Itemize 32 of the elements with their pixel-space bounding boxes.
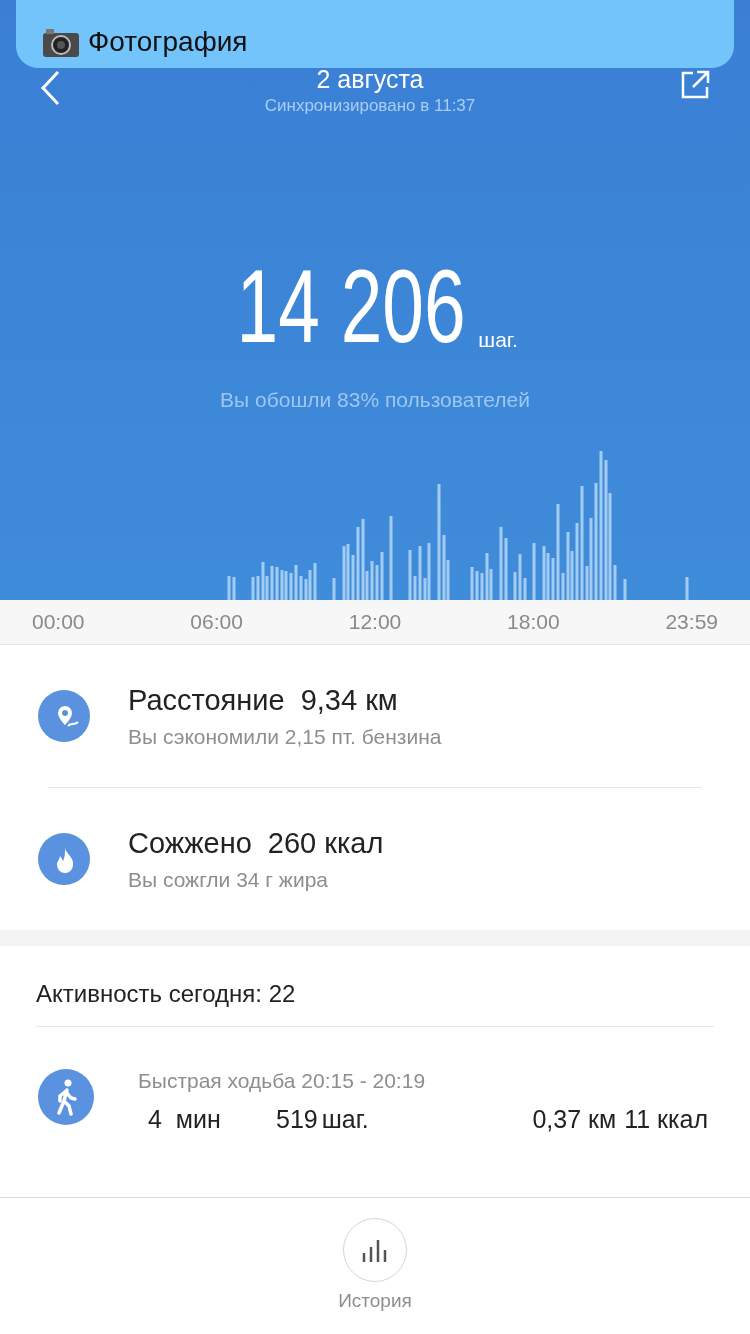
activity-duration: 4 мин bbox=[148, 1105, 222, 1134]
bar-chart-icon bbox=[361, 1238, 389, 1262]
step-count: 14 206 bbox=[236, 254, 466, 358]
walking-person-icon bbox=[38, 1069, 94, 1125]
activity-steps-unit: шаг. bbox=[321, 1105, 370, 1134]
step-unit: шаг. bbox=[478, 328, 518, 352]
camera-icon bbox=[42, 28, 80, 58]
time-label: 06:00 bbox=[190, 610, 243, 634]
stat-title: Расстояние bbox=[128, 683, 285, 717]
activity-distance: 0,37 км bbox=[532, 1105, 617, 1134]
stat-note: Вы сожгли 34 г жира bbox=[128, 867, 329, 892]
stat-note: Вы сэкономили 2,15 пт. бензина bbox=[128, 724, 442, 749]
activity-heading: Активность сегодня: 22 bbox=[35, 979, 297, 1009]
time-label: 12:00 bbox=[348, 610, 402, 634]
stat-value: 9,34 км bbox=[300, 683, 398, 717]
steps-comparison: Вы обошли 83% пользователей bbox=[220, 388, 530, 412]
notification-title: Фотография bbox=[88, 26, 248, 58]
back-icon[interactable] bbox=[40, 70, 60, 106]
time-label: 23:59 bbox=[665, 610, 718, 634]
history-label: История bbox=[338, 1290, 412, 1312]
stat-value: 260 ккал bbox=[267, 826, 384, 860]
activity-name: Быстрая ходьба 20:15 - 20:19 bbox=[138, 1069, 427, 1093]
time-label: 00:00 bbox=[32, 610, 85, 634]
time-label: 18:00 bbox=[507, 610, 560, 634]
location-pin-icon bbox=[38, 690, 90, 742]
date-title: 2 августа bbox=[316, 66, 424, 92]
stat-title: Сожжено bbox=[128, 826, 252, 860]
sync-status: Синхронизировано в 11:37 bbox=[264, 96, 476, 116]
activity-calories: 11 ккал bbox=[624, 1105, 708, 1134]
share-icon[interactable] bbox=[680, 70, 710, 100]
flame-icon bbox=[38, 833, 90, 885]
activity-steps: 519 bbox=[276, 1105, 318, 1134]
